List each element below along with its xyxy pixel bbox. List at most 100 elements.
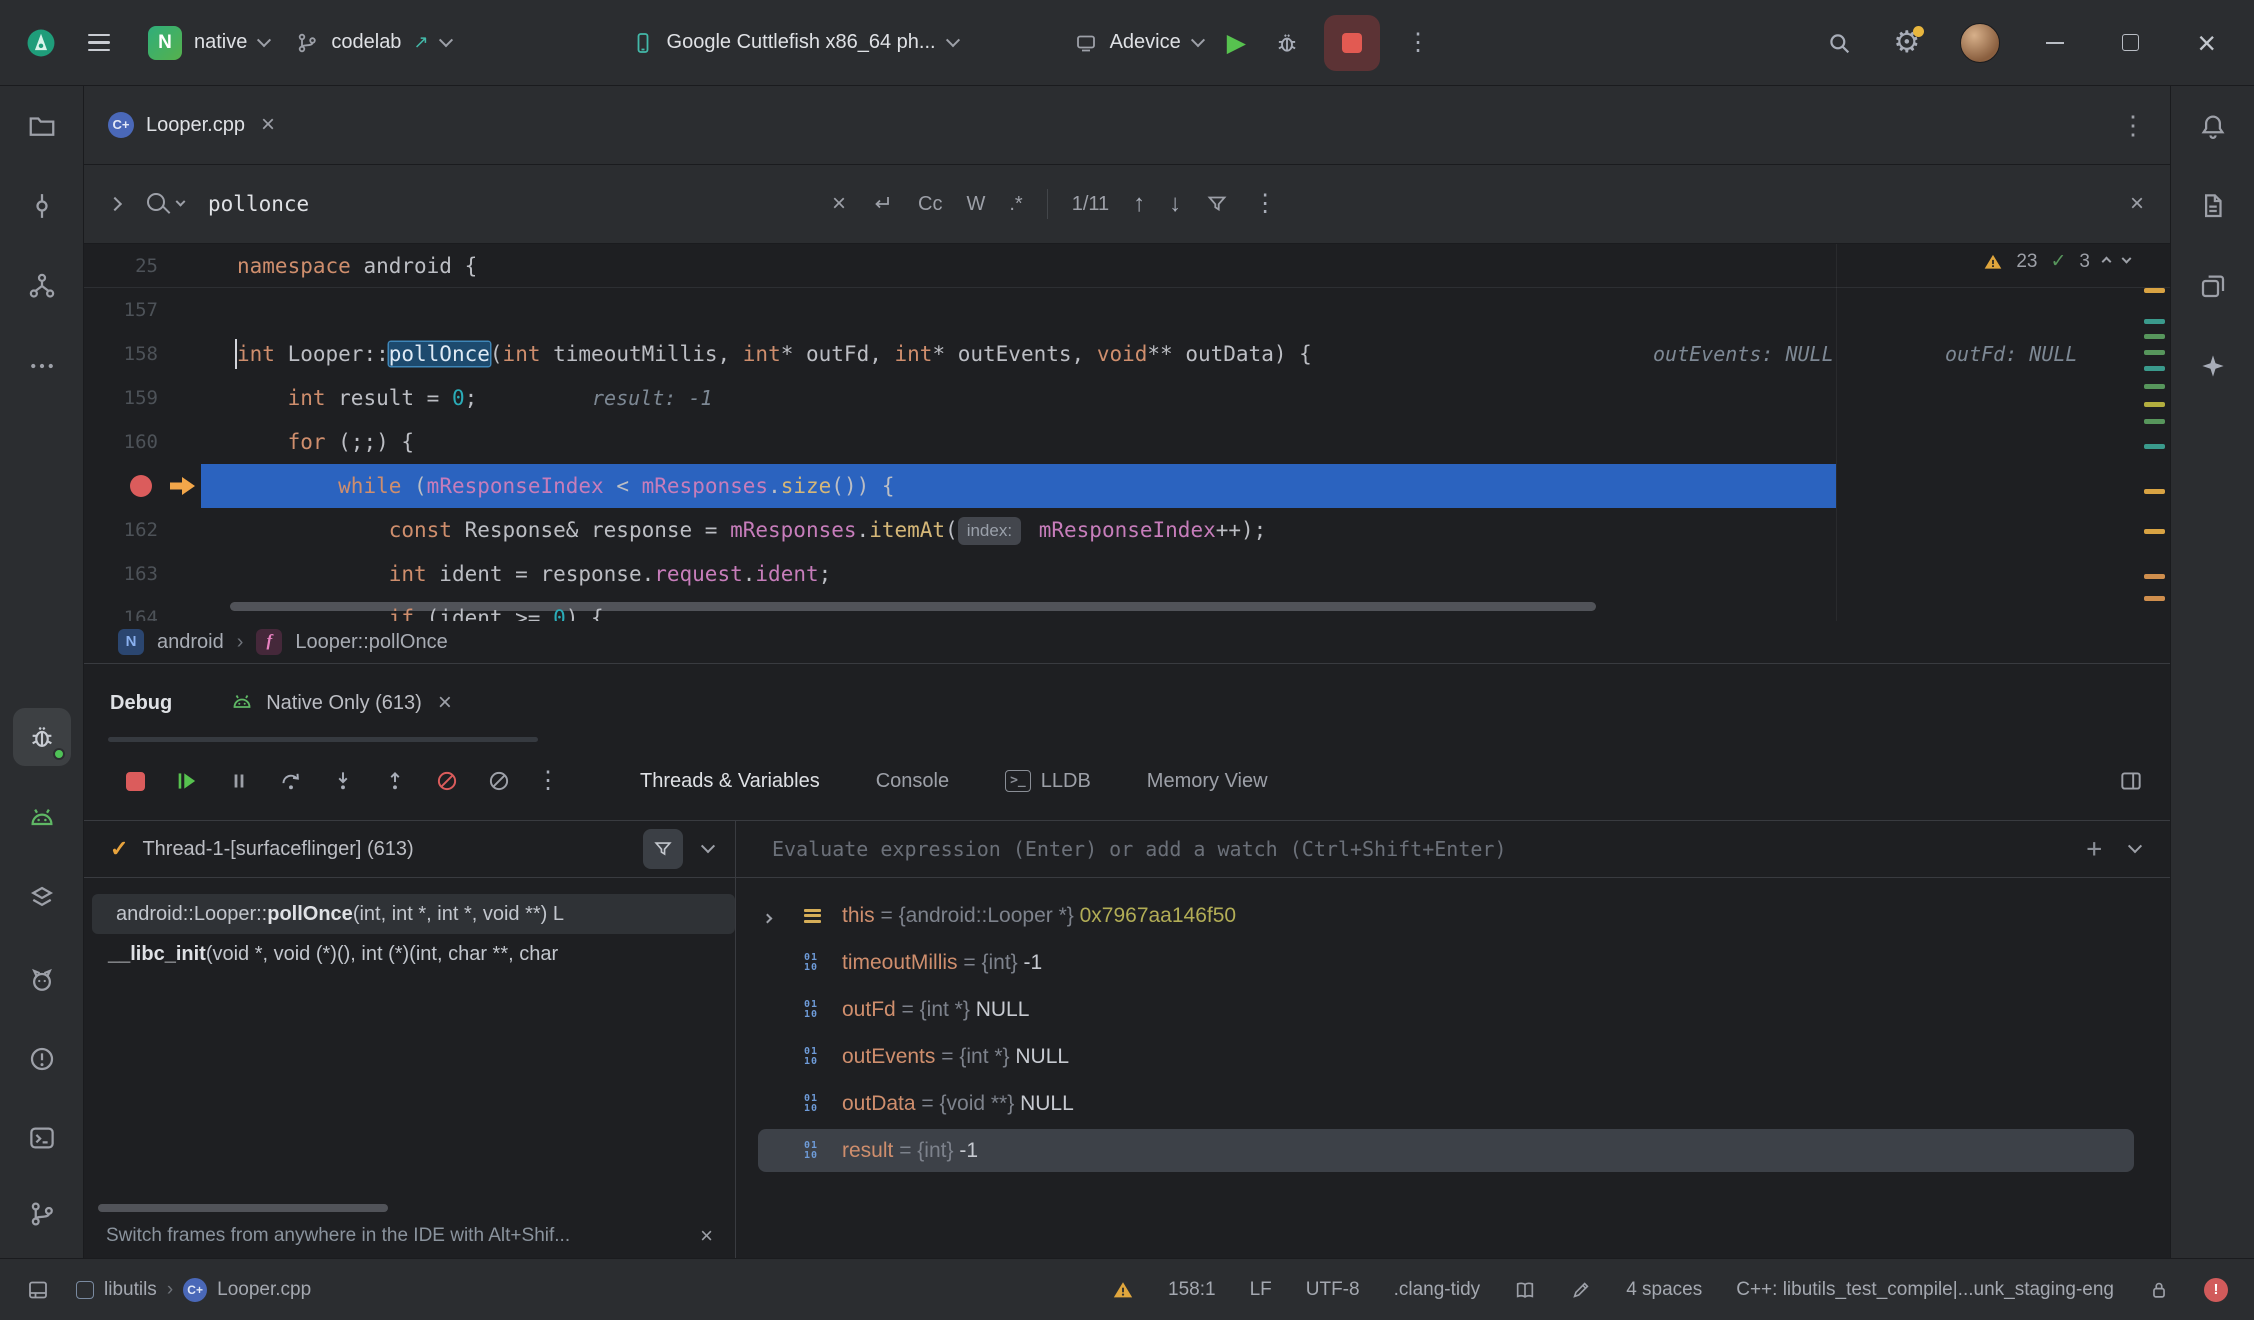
problems-tool-icon[interactable] [0,1019,84,1099]
close-tab-icon[interactable]: × [261,111,275,139]
layout-toggle-icon[interactable] [26,1278,50,1302]
gemini-sparkle-icon[interactable] [2171,326,2254,406]
stripe-mark[interactable] [2144,419,2165,424]
evaluate-expression-bar[interactable]: Evaluate expression (Enter) or add a wat… [736,820,2170,878]
hierarchy-tool-icon[interactable] [0,246,84,326]
close-find-bar-icon[interactable]: × [2130,190,2144,218]
project-selector[interactable]: N native [138,26,279,60]
step-into-icon[interactable] [324,762,362,800]
stripe-mark[interactable] [2144,319,2165,324]
editor-tab-looper[interactable]: C+ Looper.cpp × [108,111,275,139]
expand-chevron-icon[interactable] [764,904,804,928]
variable-row[interactable]: 0110outEvents = {int *} NULL [736,1033,2170,1080]
file-encoding[interactable]: UTF-8 [1306,1279,1360,1301]
filter-search-icon[interactable] [1205,192,1229,216]
tab-scrollbar[interactable] [108,737,538,742]
search-history-chevron-icon[interactable] [176,196,186,206]
run-config-selector[interactable]: Adevice [1064,31,1213,55]
mute-breakpoints-icon[interactable] [428,762,466,800]
debug-more-icon[interactable]: ⋮ [536,769,560,793]
stripe-mark[interactable] [2144,366,2165,371]
debug-button[interactable] [1274,30,1300,56]
variable-row[interactable]: 0110outFd = {int *} NULL [736,986,2170,1033]
close-session-icon[interactable]: × [438,689,452,717]
match-case-toggle[interactable]: Cc [918,193,942,216]
project-tool-icon[interactable] [0,86,84,166]
editor-gutter[interactable]: 158 [84,332,201,376]
clang-tidy[interactable]: .clang-tidy [1394,1279,1481,1301]
stripe-mark[interactable] [2144,529,2165,534]
resume-program-icon[interactable] [168,762,206,800]
expand-replace-icon[interactable] [108,197,122,211]
editor-gutter[interactable]: 157 [84,288,201,332]
previous-occurrence-icon[interactable]: ↑ [1133,192,1145,216]
version-control-tool-icon[interactable] [0,1174,84,1254]
thread-dropdown-chevron-icon[interactable] [701,839,715,853]
code-editor[interactable]: 25namespace android {157158int Looper::p… [84,244,2170,621]
stop-button[interactable] [1324,15,1380,71]
settings-gear-icon[interactable]: ⚙ [1893,28,1920,58]
no-suspend-icon[interactable] [480,762,518,800]
editor-gutter[interactable]: 160 [84,420,201,464]
lock-icon[interactable] [2148,1279,2170,1301]
debug-view-tab-lldb[interactable]: >_LLDB [1005,770,1091,793]
stripe-mark[interactable] [2144,384,2165,389]
stripe-mark[interactable] [2144,334,2165,339]
stripe-mark[interactable] [2144,288,2165,293]
newline-icon[interactable] [870,192,894,216]
stack-frame[interactable]: android::Looper::pollOnce(int, int *, in… [92,894,735,934]
thread-selector[interactable]: ✓ Thread-1-[surfaceflinger] (613) [84,820,735,878]
layout-settings-icon[interactable] [2118,768,2144,794]
maximize-button[interactable] [2122,34,2139,51]
debug-view-tab-threads-variables[interactable]: Threads & Variables [640,770,820,793]
next-occurrence-icon[interactable]: ↓ [1169,192,1181,216]
editor-line-content[interactable] [201,288,2170,332]
frames-horizontal-scrollbar[interactable] [98,1204,388,1212]
step-over-icon[interactable] [272,762,310,800]
breadcrumb-function[interactable]: Looper::pollOnce [295,631,447,654]
profiler-tool-icon[interactable] [0,858,84,938]
commit-tool-icon[interactable] [0,166,84,246]
debug-view-tab-memory-view[interactable]: Memory View [1147,770,1268,793]
next-problem-icon[interactable] [2122,254,2132,264]
search-more-icon[interactable]: ⋮ [1253,192,1277,216]
search-icon[interactable] [144,190,172,218]
step-out-icon[interactable] [376,762,414,800]
editor-gutter[interactable]: 162 [84,508,201,552]
status-breadcrumb[interactable]: libutils › C+ Looper.cpp [76,1278,311,1302]
editor-line-content[interactable]: while (mResponseIndex < mResponses.size(… [201,464,2170,508]
ide-error-icon[interactable]: ! [2204,1278,2228,1302]
clear-search-icon[interactable]: × [832,190,846,218]
stripe-mark[interactable] [2144,444,2165,449]
main-menu-icon[interactable] [88,34,110,51]
notifications-bell-icon[interactable] [2171,86,2254,166]
toolchain-label[interactable]: C++: libutils_test_compile|...unk_stagin… [1736,1279,2114,1301]
previous-problem-icon[interactable] [2102,257,2112,267]
breakpoint-icon[interactable] [130,475,152,497]
more-tool-windows-icon[interactable] [0,326,84,406]
variable-row[interactable]: 0110result = {int} -1 [736,1127,2170,1174]
editor-gutter[interactable]: 25 [84,244,201,287]
pen-icon[interactable] [1570,1279,1592,1301]
evaluate-expand-chevron-icon[interactable] [2128,839,2142,853]
editor-line-content[interactable]: int Looper::pollOnce(int timeoutMillis, … [201,332,2170,376]
add-watch-icon[interactable]: + [2086,834,2102,864]
debug-session-tab[interactable]: Native Only (613) × [230,689,452,717]
branch-selector[interactable]: codelab ↗ [285,31,460,55]
stripe-mark[interactable] [2144,596,2165,601]
stripe-mark[interactable] [2144,574,2165,579]
line-ending[interactable]: LF [1250,1279,1272,1301]
caret-position[interactable]: 158:1 [1168,1279,1216,1301]
avatar[interactable] [1960,23,2000,63]
indent-setting[interactable]: 4 spaces [1626,1279,1702,1301]
device-explorer-icon[interactable] [2171,166,2254,246]
breadcrumb-namespace[interactable]: android [157,631,224,654]
filter-frames-button[interactable] [643,829,683,869]
editor-line-content[interactable]: int result = 0;result: -1 [201,376,2170,420]
book-icon[interactable] [1514,1279,1536,1301]
debug-tool-icon[interactable] [0,697,84,777]
logcat-tool-icon[interactable] [0,940,84,1020]
run-button[interactable]: ▶ [1227,28,1246,58]
status-warning-icon[interactable] [1112,1279,1134,1301]
stripe-mark[interactable] [2144,350,2165,355]
